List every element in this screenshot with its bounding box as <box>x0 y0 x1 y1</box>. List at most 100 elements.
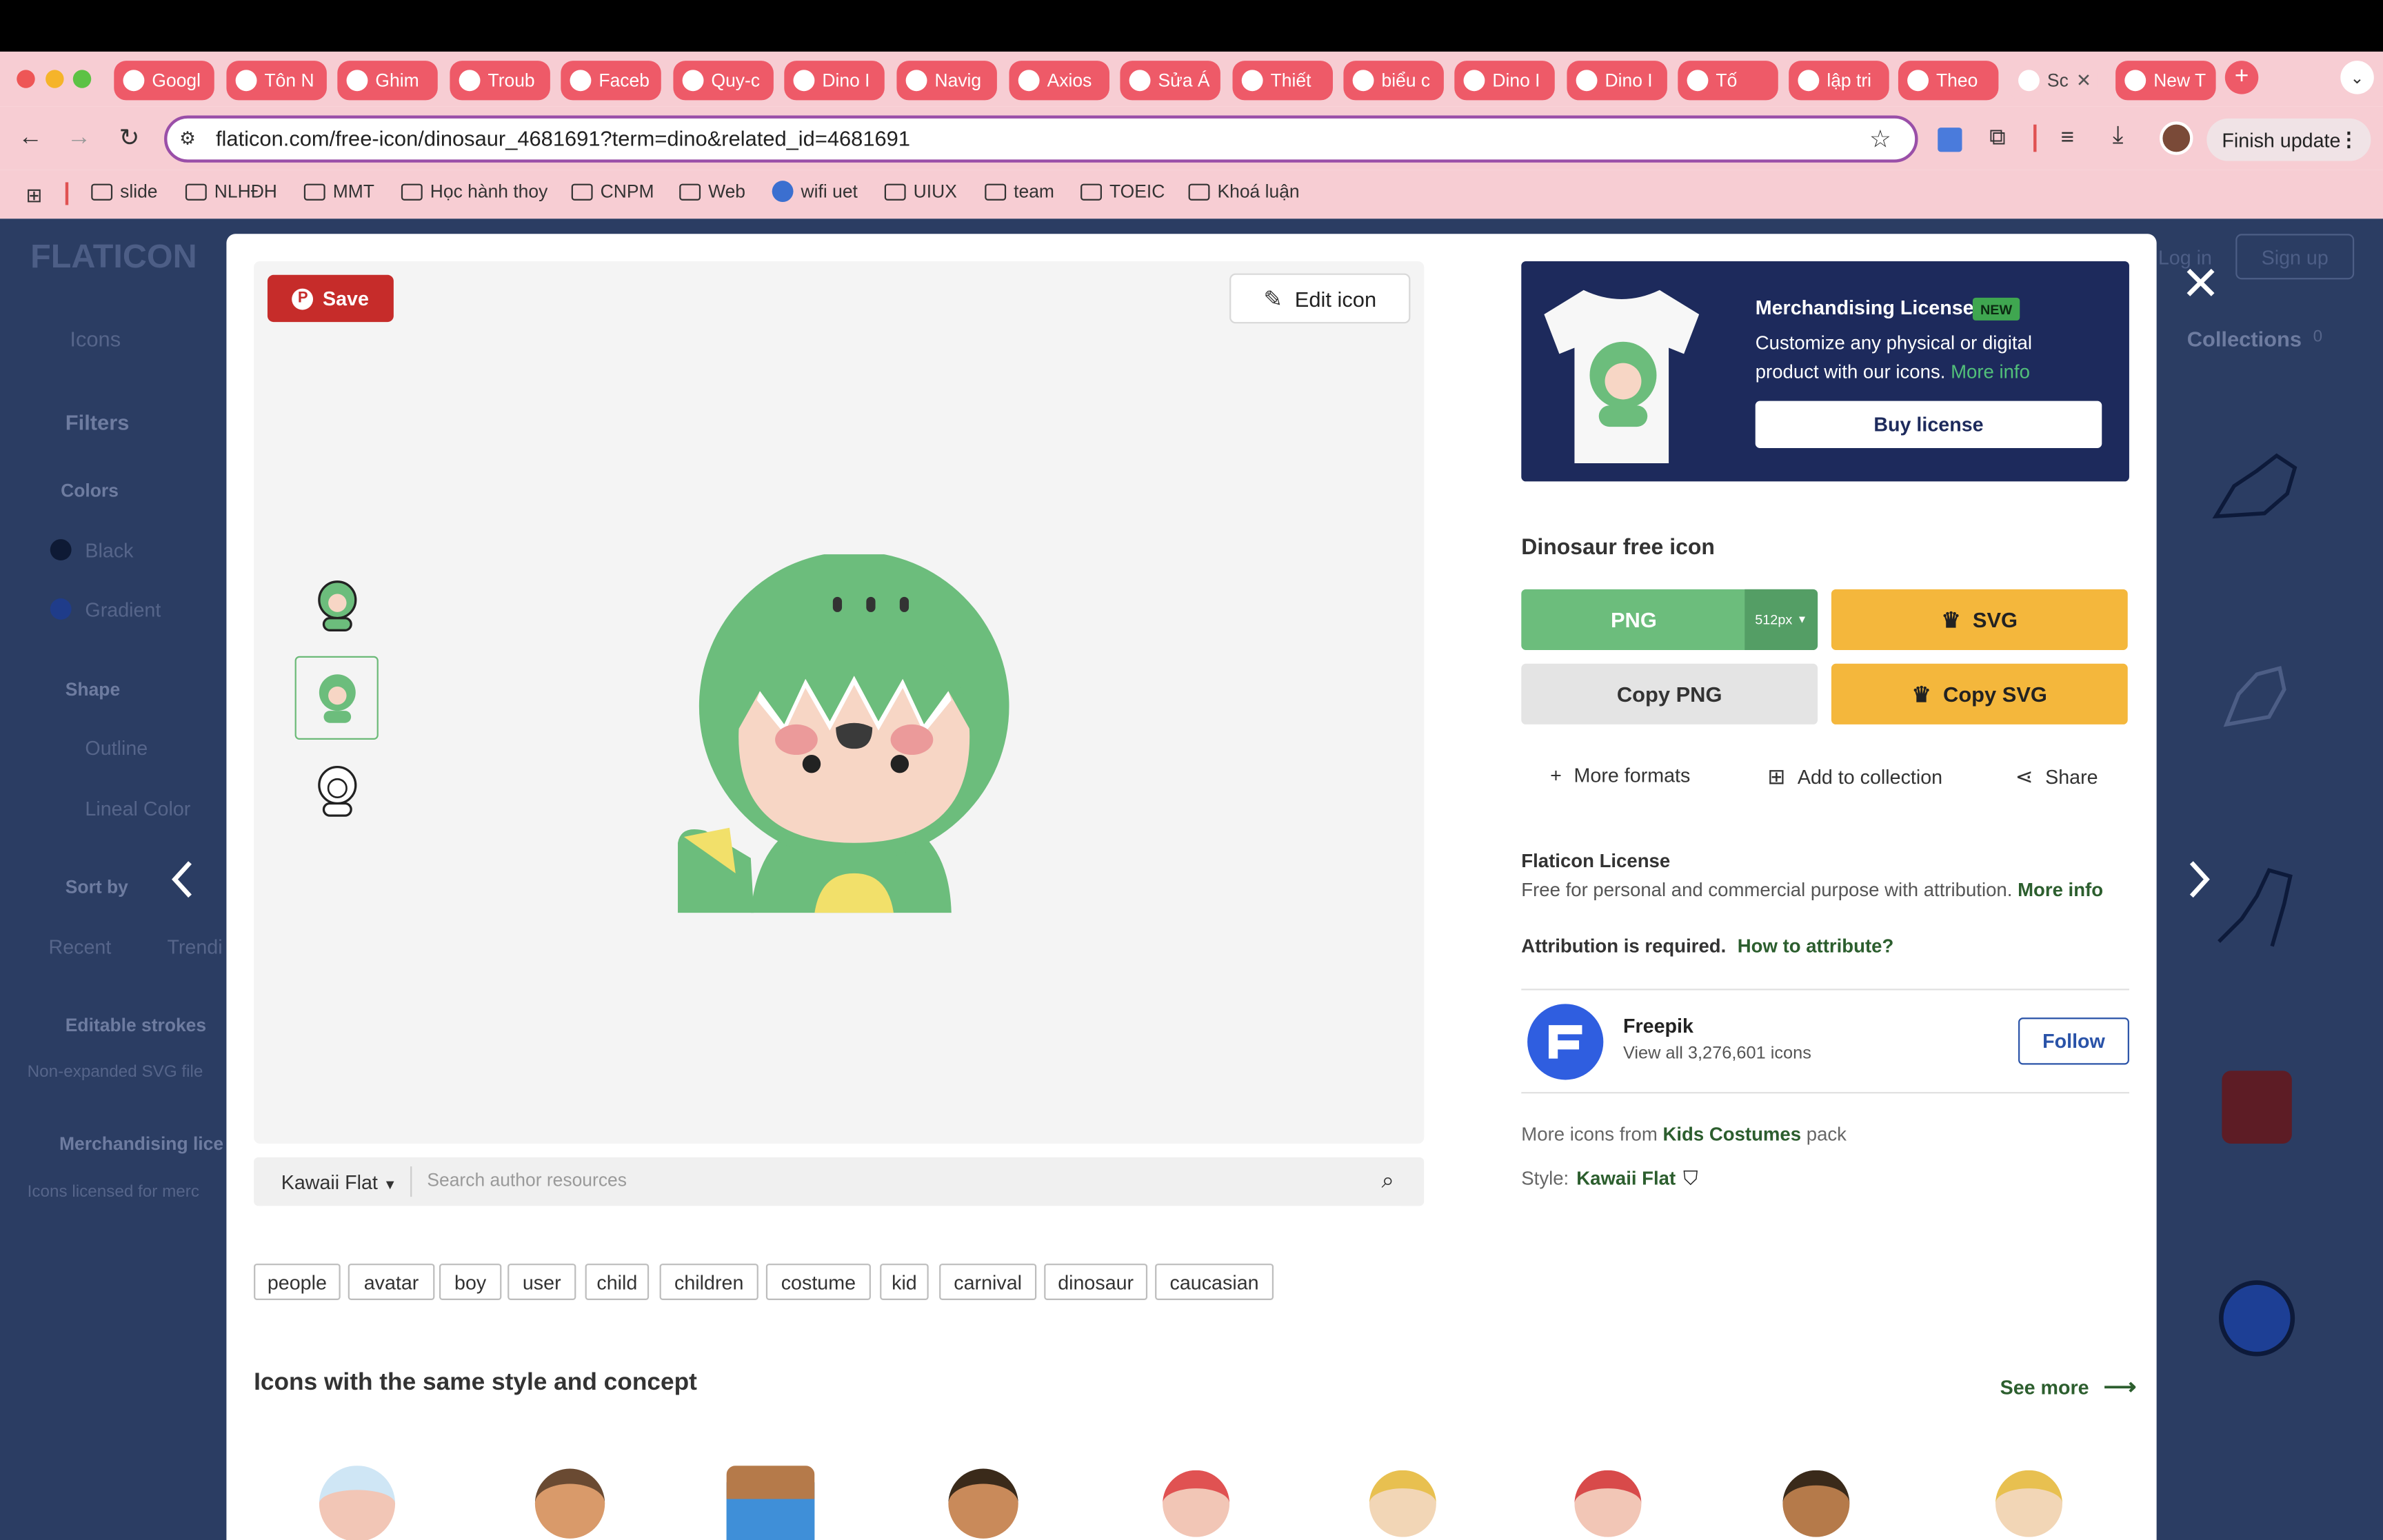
tag-chip[interactable]: avatar <box>348 1264 435 1300</box>
browser-tab[interactable]: Dino I <box>1454 61 1555 101</box>
browser-tab[interactable]: Theo <box>1898 61 1999 101</box>
edit-icon-button[interactable]: ✎ Edit icon <box>1229 273 1411 324</box>
browser-tab[interactable]: Ghim <box>337 61 438 101</box>
related-icon-2[interactable] <box>524 1458 615 1540</box>
bookmark-item[interactable]: Khoá luận <box>1188 181 1300 202</box>
variant-thumb-kawaii[interactable] <box>294 656 379 740</box>
tag-chip[interactable]: user <box>507 1264 576 1300</box>
tag-chip[interactable]: dinosaur <box>1044 1264 1148 1300</box>
variant-thumb-outline[interactable] <box>295 749 379 832</box>
bookmark-item[interactable]: NLHĐH <box>185 181 277 202</box>
related-icon-4[interactable] <box>938 1458 1029 1540</box>
buy-license-button[interactable]: Buy license <box>1755 401 2102 448</box>
copy-svg-button[interactable]: ♛ Copy SVG <box>1831 663 2128 725</box>
bookmark-item[interactable]: wifi uet <box>772 181 858 203</box>
close-tab-icon[interactable]: ✕ <box>2076 70 2091 91</box>
merch-more-info-link[interactable]: More info <box>1951 361 2030 383</box>
translate-icon[interactable] <box>1938 128 1962 152</box>
search-icon[interactable]: ⌕ <box>1382 1168 1395 1193</box>
author-name[interactable]: Freepik <box>1623 1015 1693 1037</box>
browser-tab[interactable]: Axios <box>1009 61 1109 101</box>
window-close-dot[interactable] <box>17 70 35 88</box>
apps-grid-icon[interactable]: ⊞ <box>26 184 42 208</box>
more-formats-button[interactable]: + More formats <box>1550 764 1690 787</box>
how-to-attribute-link[interactable]: How to attribute? <box>1738 935 1894 957</box>
related-icon-7[interactable] <box>1562 1458 1653 1540</box>
browser-tab[interactable]: Tôn N <box>226 61 327 101</box>
back-icon[interactable]: ← <box>14 121 47 154</box>
related-icon-8[interactable] <box>1771 1458 1862 1540</box>
related-icon-1[interactable] <box>312 1458 403 1540</box>
bookmark-item[interactable]: slide <box>91 181 158 202</box>
pinterest-save-button[interactable]: P Save <box>267 274 394 323</box>
media-control-icon[interactable]: ≡ <box>2061 125 2074 150</box>
related-icon-9[interactable] <box>1983 1458 2074 1540</box>
tag-chip[interactable]: child <box>585 1264 650 1300</box>
window-minimize-dot[interactable] <box>46 70 64 88</box>
finish-update-button[interactable]: Finish update ⋮ <box>2206 118 2371 161</box>
forward-icon[interactable]: → <box>62 121 95 154</box>
browser-tab[interactable]: biểu c <box>1343 61 1444 101</box>
browser-tab[interactable]: Sửa Á <box>1120 61 1220 101</box>
see-more-link[interactable]: See more ⟶ <box>2000 1373 2137 1400</box>
related-icon-5[interactable] <box>1151 1458 1242 1540</box>
style-link[interactable]: Kawaii Flat <box>1576 1168 1676 1189</box>
bookmark-item[interactable]: Web <box>679 181 745 202</box>
author-avatar[interactable] <box>1527 1004 1604 1080</box>
add-collection-button[interactable]: ⊞ Add to collection <box>1767 764 1942 789</box>
url-text[interactable]: flaticon.com/free-icon/dinosaur_4681691?… <box>216 126 910 150</box>
tag-chip[interactable]: boy <box>439 1264 502 1300</box>
variant-thumb-flat[interactable] <box>295 563 379 647</box>
license-more-info-link[interactable]: More info <box>2018 880 2103 901</box>
previous-icon-arrow[interactable] <box>157 853 208 905</box>
bookmark-item[interactable]: team <box>985 181 1054 202</box>
tag-chip[interactable]: people <box>254 1264 341 1300</box>
extensions-icon[interactable]: ⧉ <box>1989 125 2006 150</box>
browser-tab[interactable]: lập tri <box>1789 61 1889 101</box>
share-button[interactable]: ⋖ Share <box>2015 764 2098 789</box>
bookmark-item[interactable]: UIUX <box>884 181 957 202</box>
related-icon-3[interactable] <box>726 1458 818 1540</box>
pack-link[interactable]: Kids Costumes <box>1662 1124 1801 1145</box>
author-search-input[interactable]: Search author resources <box>427 1169 627 1191</box>
close-modal-icon[interactable] <box>2176 259 2225 307</box>
tag-chip[interactable]: kid <box>880 1264 929 1300</box>
window-maximize-dot[interactable] <box>72 70 92 88</box>
new-tab-button[interactable]: + <box>2224 61 2259 94</box>
browser-tab[interactable]: Navig <box>896 61 997 101</box>
png-label[interactable]: PNG <box>1521 589 1746 650</box>
bookmark-icon[interactable]: ⛉ <box>1683 1166 1698 1191</box>
next-icon-arrow[interactable] <box>2173 853 2225 905</box>
profile-avatar[interactable] <box>2160 121 2193 155</box>
site-settings-icon[interactable]: ⚙ <box>179 128 196 149</box>
tag-chip[interactable]: caucasian <box>1155 1264 1274 1300</box>
tab-search-button[interactable]: ⌄ <box>2340 61 2374 94</box>
author-icon-count[interactable]: View all 3,276,601 icons <box>1623 1045 1811 1063</box>
reload-icon[interactable]: ↻ <box>112 121 145 154</box>
browser-tab[interactable]: New T <box>2115 61 2216 101</box>
browser-tab[interactable]: Sc ✕ <box>2009 61 2098 101</box>
download-icon[interactable]: ⤓ <box>2113 123 2124 150</box>
bookmark-star-icon[interactable]: ☆ <box>1869 125 1891 155</box>
copy-png-button[interactable]: Copy PNG <box>1521 663 1818 725</box>
bookmark-item[interactable]: Học hành thoy <box>401 181 547 202</box>
browser-tab[interactable]: Dino I <box>1567 61 1667 101</box>
browser-tab[interactable]: Quy-c <box>673 61 774 101</box>
tag-chip[interactable]: carnival <box>939 1264 1037 1300</box>
browser-tab[interactable]: Thiết <box>1232 61 1333 101</box>
style-select[interactable]: Kawaii Flat ▼ <box>281 1171 397 1194</box>
bookmark-item[interactable]: MMT <box>303 181 374 202</box>
bookmark-item[interactable]: TOEIC <box>1080 181 1165 202</box>
related-icon-6[interactable] <box>1357 1458 1448 1540</box>
browser-tab[interactable]: Googl <box>114 61 214 101</box>
svg-download-button[interactable]: ♛ SVG <box>1831 589 2128 650</box>
png-size-select[interactable]: 512px ▼ <box>1744 589 1818 650</box>
browser-tab[interactable]: Dino I <box>784 61 885 101</box>
tag-chip[interactable]: costume <box>765 1264 871 1300</box>
follow-button[interactable]: Follow <box>2018 1017 2129 1065</box>
browser-tab[interactable]: Faceb <box>561 61 661 101</box>
tag-chip[interactable]: children <box>659 1264 758 1300</box>
browser-tab[interactable]: Troub <box>450 61 550 101</box>
browser-tab[interactable]: Tố <box>1678 61 1778 101</box>
bookmark-item[interactable]: CNPM <box>571 181 654 202</box>
